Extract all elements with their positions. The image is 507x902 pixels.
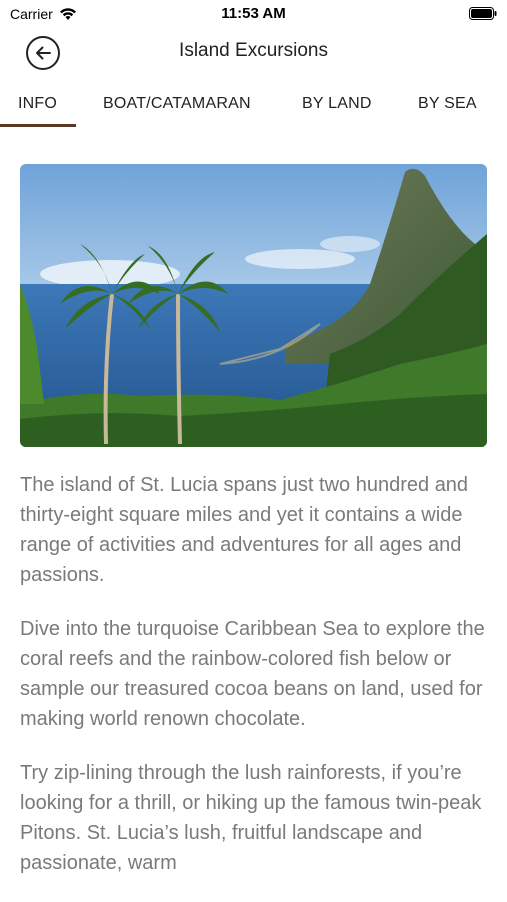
tab-boat-catamaran[interactable]: BOAT/CATAMARAN xyxy=(103,95,251,113)
status-bar: Carrier 11:53 AM xyxy=(0,0,507,28)
active-tab-indicator xyxy=(0,124,76,127)
description: The island of St. Lucia spans just two h… xyxy=(20,470,487,902)
paragraph: Try zip-lining through the lush rainfore… xyxy=(20,762,482,874)
paragraph: Dive into the turquoise Caribbean Sea to… xyxy=(20,618,485,730)
page-title: Island Excursions xyxy=(179,40,328,61)
tab-by-sea[interactable]: BY SEA xyxy=(418,95,477,113)
tab-by-land[interactable]: BY LAND xyxy=(302,95,372,113)
tab-info[interactable]: INFO xyxy=(18,95,57,113)
tab-bar: INFO BOAT/CATAMARAN BY LAND BY SEA xyxy=(0,86,507,128)
clock: 11:53 AM xyxy=(221,5,286,22)
battery-icon xyxy=(469,7,497,20)
pitons-landscape-illustration xyxy=(20,164,487,447)
navigation-bar: Island Excursions xyxy=(0,28,507,78)
paragraph: The island of St. Lucia spans just two h… xyxy=(20,474,469,586)
hero-image xyxy=(20,164,487,447)
